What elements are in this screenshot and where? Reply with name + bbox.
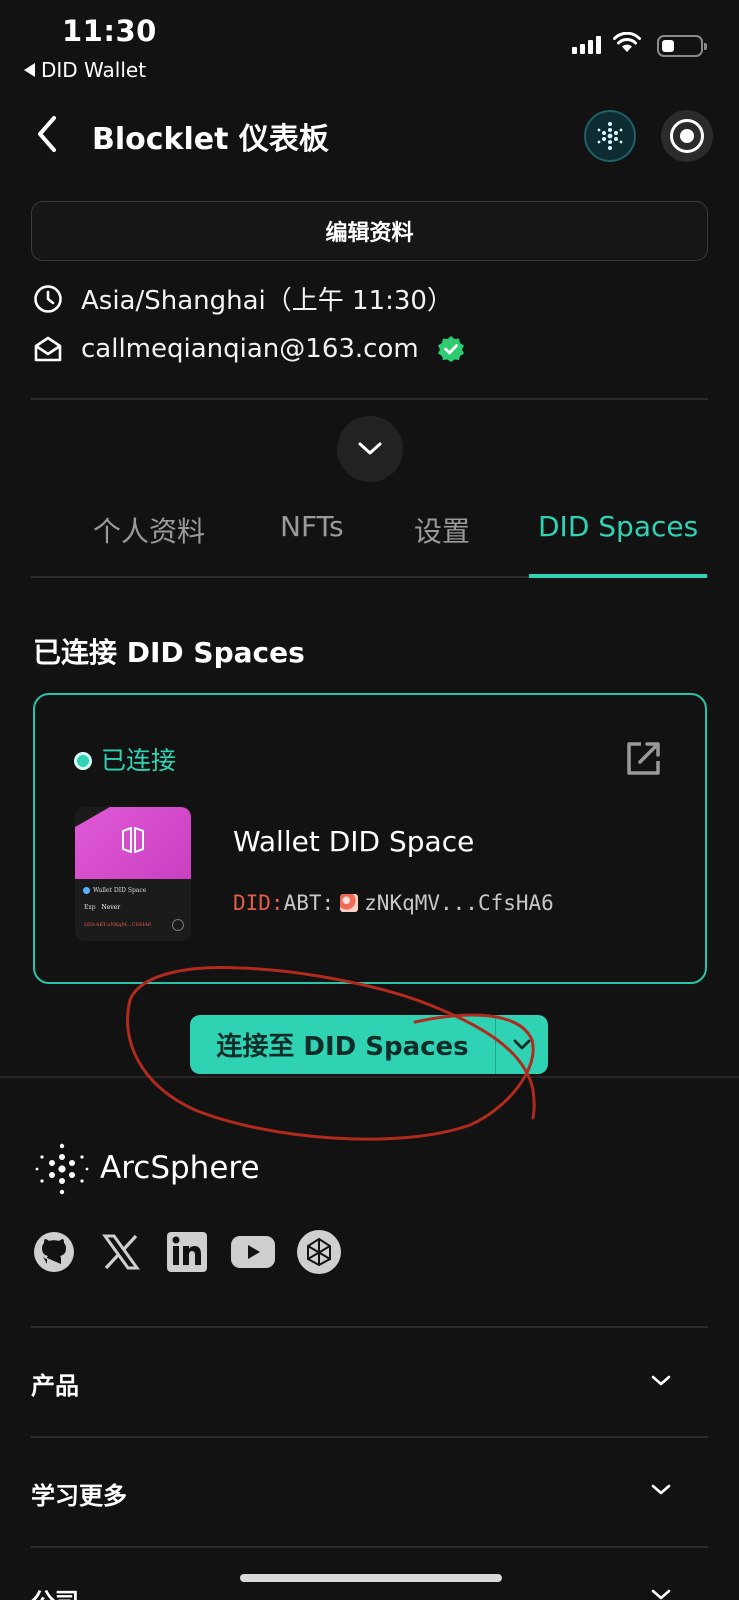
status-time: 11:30 (62, 14, 157, 48)
connect-dropdown-toggle[interactable] (496, 1039, 548, 1051)
thumb-did: DID:ABT:zNKqM...CfsHA6 (84, 922, 152, 928)
accordion-divider (31, 1436, 708, 1438)
did-prefix: DID: (233, 891, 284, 915)
mail-open-icon (34, 336, 62, 362)
wifi-icon (613, 32, 641, 52)
accordion-learn-more[interactable]: 学习更多 (31, 1476, 127, 1511)
thumb-exp-value: Never (101, 904, 121, 911)
battery-icon (657, 35, 707, 57)
space-name: Wallet DID Space (233, 825, 475, 858)
accordion-products[interactable]: 产品 (31, 1366, 79, 1401)
record-icon (670, 119, 704, 153)
arcblock-icon[interactable] (296, 1229, 342, 1275)
home-indicator[interactable] (240, 1574, 502, 1582)
footer-divider (0, 1076, 739, 1078)
connected-status-label: 已连接 (101, 746, 177, 775)
tab-profile[interactable]: 个人资料 (93, 510, 205, 550)
back-to-app-link[interactable]: DID Wallet (24, 58, 146, 82)
timezone-row: Asia/Shanghai（上午 11:30） (33, 280, 453, 317)
timezone-text: Asia/Shanghai（上午 11:30） (81, 286, 453, 316)
chevron-down-icon[interactable] (650, 1588, 672, 1600)
verified-badge-icon (437, 336, 464, 362)
accordion-divider (31, 1546, 708, 1548)
tab-settings[interactable]: 设置 (414, 510, 470, 550)
brand-name: ArcSphere (100, 1150, 260, 1186)
active-tab-indicator (529, 574, 707, 578)
connect-button-label: 连接至 DID Spaces (216, 1032, 469, 1062)
connect-did-spaces-button[interactable]: 连接至 DID Spaces (190, 1015, 548, 1074)
back-app-label: DID Wallet (41, 58, 147, 82)
youtube-icon[interactable] (230, 1229, 276, 1275)
tab-did-spaces[interactable]: DID Spaces (538, 510, 698, 543)
back-triangle-icon (24, 63, 35, 77)
blocklet-logo-icon[interactable] (584, 110, 636, 162)
x-icon[interactable] (98, 1229, 144, 1275)
chevron-down-icon (358, 442, 382, 455)
page-title: Blocklet 仪表板 (92, 122, 329, 157)
chevron-down-icon[interactable] (650, 1374, 672, 1388)
did-method: ABT: (283, 891, 335, 915)
github-icon[interactable] (31, 1229, 77, 1275)
accordion-company[interactable]: 公司 (31, 1582, 79, 1600)
chevron-down-icon (513, 1039, 531, 1049)
thumb-title: Wallet DID Space (93, 887, 147, 894)
did-avatar-icon (340, 894, 359, 912)
record-button[interactable] (661, 110, 713, 162)
connected-status-dot (74, 752, 92, 770)
did-space-thumbnail: Wallet DID Space Exp Never DID:ABT:zNKqM… (75, 807, 191, 941)
linkedin-icon[interactable] (164, 1229, 210, 1275)
thumb-exp-label: Exp (84, 904, 96, 911)
accordion-divider (31, 1326, 708, 1328)
clock-icon (34, 284, 62, 313)
tab-nfts[interactable]: NFTs (280, 510, 344, 543)
edit-profile-button[interactable]: 编辑资料 (31, 201, 708, 261)
email-row: callmeqianqian@163.com (33, 334, 465, 364)
email-text: callmeqianqian@163.com (81, 334, 419, 364)
did-short: zNKqMV...CfsHA6 (364, 891, 554, 915)
back-arrow-icon[interactable] (30, 112, 66, 156)
expand-profile-button[interactable] (337, 416, 403, 482)
space-did: DID: ABT: zNKqMV...CfsHA6 (233, 891, 554, 915)
open-external-icon[interactable] (623, 739, 663, 779)
chevron-down-icon[interactable] (650, 1483, 672, 1497)
thumb-qr-icon (172, 919, 184, 931)
profile-divider (31, 398, 708, 400)
space-logo-icon (122, 827, 144, 853)
signal-icon (572, 36, 601, 54)
arcsphere-logo-icon (35, 1143, 89, 1195)
section-title: 已连接 DID Spaces (33, 636, 305, 669)
did-space-card[interactable]: 已连接 Wallet DID Space Exp Never DID:ABT:z… (33, 693, 707, 984)
